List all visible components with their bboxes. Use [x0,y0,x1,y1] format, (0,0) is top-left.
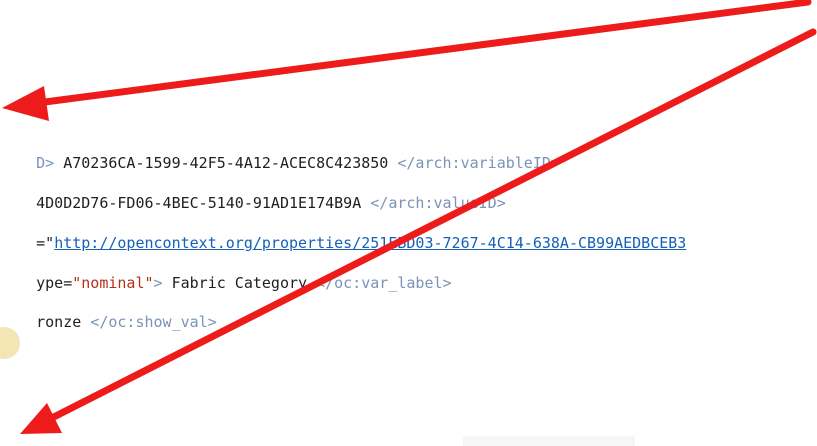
annotation-arrows [2,0,817,434]
red-arrow-top [2,0,812,121]
